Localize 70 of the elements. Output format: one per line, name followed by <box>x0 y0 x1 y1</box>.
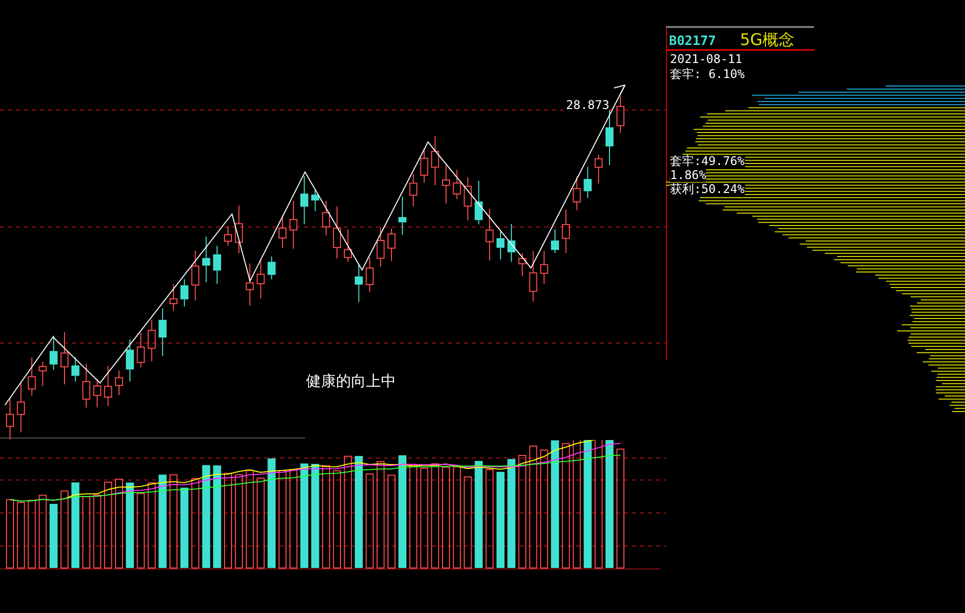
volume-bar <box>16 502 25 568</box>
candlestick <box>398 196 406 236</box>
candlestick <box>354 263 363 303</box>
volume-bar <box>6 499 14 568</box>
candlestick <box>28 356 36 396</box>
profit-ratio-text: 获利:50.24% <box>670 183 745 196</box>
candlestick <box>191 250 200 301</box>
candlestick <box>93 378 102 408</box>
candlestick <box>246 262 254 306</box>
trapped-ratio-text: 套牢:49.76% <box>670 155 745 168</box>
candlestick <box>148 319 156 362</box>
candlestick <box>518 252 526 277</box>
candlestick <box>551 228 559 254</box>
candlestick <box>616 96 624 134</box>
candlestick <box>82 363 90 408</box>
candlestick <box>126 338 134 382</box>
candlestick <box>278 214 286 248</box>
candlestick <box>136 332 145 368</box>
candlestick <box>16 382 25 433</box>
candlestick <box>180 278 188 307</box>
candlestick <box>496 231 504 260</box>
candlestick <box>256 258 265 299</box>
candlestick <box>594 154 603 184</box>
candlestick <box>486 208 494 262</box>
candlestick <box>562 209 570 254</box>
candlestick <box>289 200 298 250</box>
sector-name: 5G概念 <box>740 30 795 51</box>
candlestick <box>409 173 418 207</box>
candlestick <box>115 370 123 396</box>
candlestick <box>322 200 330 236</box>
date-text: 2021-08-11 <box>670 53 742 66</box>
candlestick <box>104 365 112 407</box>
candlestick <box>170 284 178 312</box>
candlestick <box>420 148 428 184</box>
ratio-text: 1.86% <box>670 169 706 182</box>
candlestick <box>606 110 614 166</box>
volume-bar <box>28 500 36 568</box>
candlestick <box>507 223 516 262</box>
trapped-ratio-text: 套牢: 6.10% <box>670 68 745 81</box>
candlestick <box>50 335 58 370</box>
candlestick <box>529 250 538 302</box>
candlestick <box>442 164 450 204</box>
candlestick <box>464 176 472 221</box>
candlestick <box>158 308 167 356</box>
candlestick <box>311 188 320 212</box>
trend-text: 健康的向上中 <box>306 372 396 391</box>
candlestick <box>333 206 341 259</box>
candlestick <box>60 332 68 385</box>
candlestick <box>224 225 232 246</box>
candlestick <box>474 180 483 225</box>
candlestick <box>71 356 80 382</box>
candlestick <box>300 176 308 225</box>
volume-bar <box>50 504 58 568</box>
stock-code: B02177 <box>669 34 716 49</box>
candlestick <box>213 245 222 284</box>
candlestick <box>344 228 352 262</box>
candlestick <box>234 205 243 254</box>
candlestick <box>584 166 592 198</box>
candlestick <box>572 176 581 211</box>
candlestick <box>6 397 14 440</box>
price-label: 28.873 <box>566 99 610 112</box>
candlestick <box>540 250 548 284</box>
candlestick <box>202 236 210 283</box>
candlestick <box>388 228 396 262</box>
candlestick <box>376 227 385 268</box>
candlestick <box>452 169 461 200</box>
candlestick <box>38 361 47 387</box>
candlestick <box>268 256 276 280</box>
candlestick <box>431 136 440 186</box>
candlestick <box>366 257 374 293</box>
